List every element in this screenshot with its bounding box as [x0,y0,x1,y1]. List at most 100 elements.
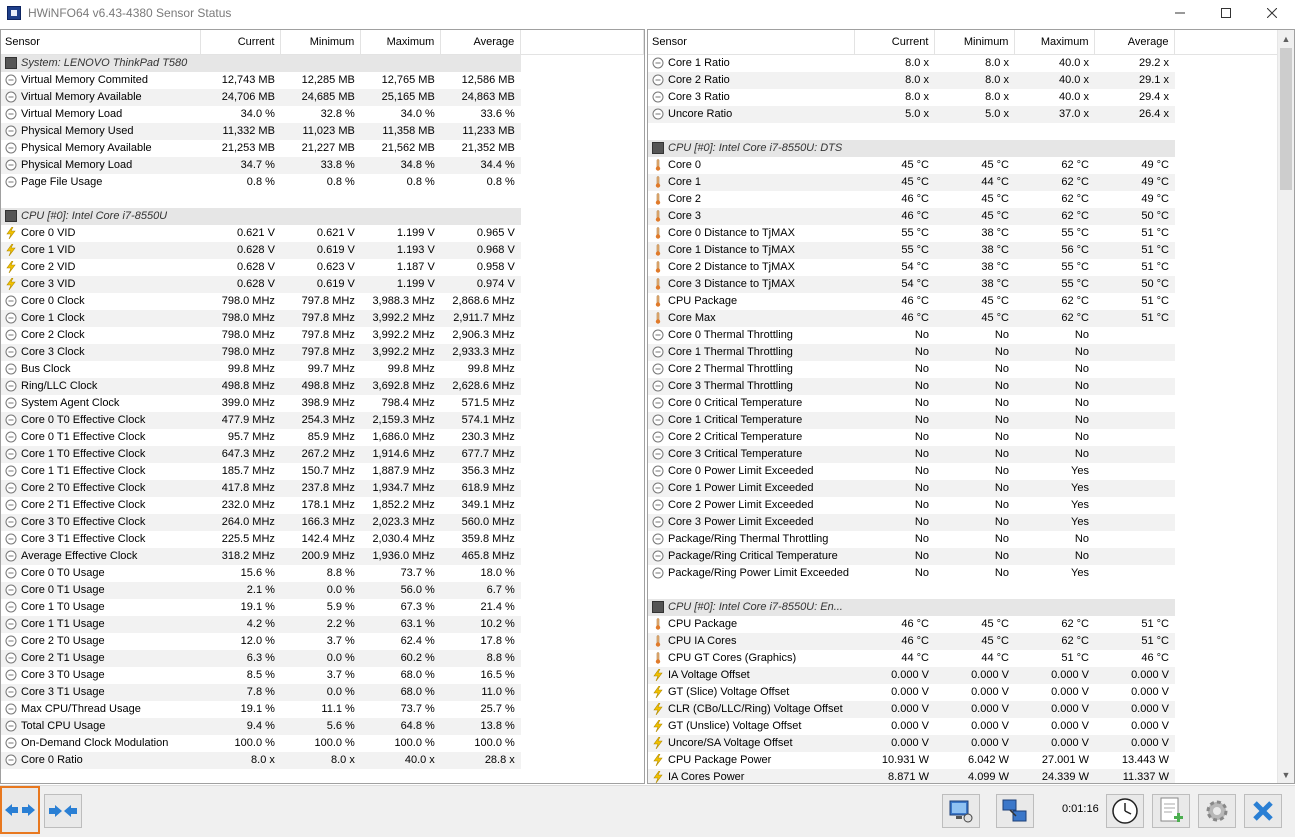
sensor-row[interactable]: Core 0 Ratio 8.0 x 8.0 x 40.0 x 28.8 x [1,751,644,769]
sensor-row[interactable]: Core 2 T1 Usage 6.3 % 0.0 % 60.2 % 8.8 % [1,649,644,667]
sensor-row[interactable]: Core 0 Thermal Throttling No No No [648,326,1281,344]
minimize-button[interactable] [1157,0,1203,26]
sensor-name-cell[interactable]: Core 2 Power Limit Exceeded [648,496,855,514]
sensor-row[interactable]: Core 1 T1 Usage 4.2 % 2.2 % 63.1 % 10.2 % [1,615,644,633]
sensor-row[interactable]: CLR (CBo/LLC/Ring) Voltage Offset 0.000 V… [648,700,1281,718]
sensor-name-cell[interactable]: Physical Memory Used [1,122,201,140]
sensor-name-cell[interactable]: CLR (CBo/LLC/Ring) Voltage Offset [648,700,855,718]
column-header-sensor[interactable]: Sensor [648,30,856,55]
scroll-thumb[interactable] [1280,48,1292,190]
sensor-name-cell[interactable]: Core 1 T1 Usage [1,615,201,633]
sensor-name-cell[interactable]: Core 1 Thermal Throttling [648,343,855,361]
sensor-row[interactable]: Page File Usage 0.8 % 0.8 % 0.8 % 0.8 % [1,173,644,191]
sensor-row[interactable]: Core 2 46 °C 45 °C 62 °C 49 °C [648,190,1281,208]
sensor-name-cell[interactable]: Core 0 Power Limit Exceeded [648,462,855,480]
sensor-name-cell[interactable]: Core 3 T0 Usage [1,666,201,684]
sensor-row[interactable]: Physical Memory Load 34.7 % 33.8 % 34.8 % 34… [1,156,644,174]
sensor-row[interactable]: Core 2 T1 Effective Clock 232.0 MHz 178.1 … [1,496,644,514]
sensor-row[interactable]: IA Voltage Offset 0.000 V 0.000 V 0.000 V 0.… [648,666,1281,684]
sensor-row[interactable]: Core 1 Ratio 8.0 x 8.0 x 40.0 x 29.2 x [648,54,1281,72]
sensor-row[interactable]: Core 2 VID 0.628 V 0.623 V 1.187 V 0.958 V [1,258,644,276]
sensor-name-cell[interactable]: Core 2 T0 Usage [1,632,201,650]
sensor-row[interactable]: CPU Package 46 °C 45 °C 62 °C 51 °C [648,292,1281,310]
sensor-name-cell[interactable]: Core 3 Ratio [648,88,855,106]
sensor-name-cell[interactable]: Core 3 Distance to TjMAX [648,275,855,293]
sensor-row[interactable]: Uncore/SA Voltage Offset 0.000 V 0.000 V 0.… [648,734,1281,752]
sensor-name-cell[interactable]: System Agent Clock [1,394,201,412]
sensor-name-cell[interactable]: Core 1 Clock [1,309,201,327]
sensor-name-cell[interactable]: Core 0 Thermal Throttling [648,326,855,344]
sensor-name-cell[interactable]: Core 2 T1 Effective Clock [1,496,201,514]
sensor-name-cell[interactable]: Package/Ring Thermal Throttling [648,530,855,548]
sensor-row[interactable]: Core 3 46 °C 45 °C 62 °C 50 °C [648,207,1281,225]
sensor-name-cell[interactable]: Core 0 VID [1,224,201,242]
sensor-name-cell[interactable]: Uncore Ratio [648,105,855,123]
sensor-name-cell[interactable]: GT (Unslice) Voltage Offset [648,717,855,735]
sensor-name-cell[interactable]: Core 0 T0 Usage [1,564,201,582]
sensor-name-cell[interactable]: IA Voltage Offset [648,666,855,684]
sensor-row[interactable]: Core 3 Critical Temperature No No No [648,445,1281,463]
sensor-name-cell[interactable]: CPU GT Cores (Graphics) [648,649,855,667]
sensor-name-cell[interactable]: Ring/LLC Clock [1,377,201,395]
sensor-row[interactable]: Core 3 Thermal Throttling No No No [648,377,1281,395]
column-header-minimum[interactable]: Minimum [934,30,1016,55]
group-name-cell[interactable]: CPU [#0]: Intel Core i7-8550U [1,207,201,225]
sensor-row[interactable]: Core 1 Critical Temperature No No No [648,411,1281,429]
sensor-row[interactable]: Core 3 T0 Usage 8.5 % 3.7 % 68.0 % 16.5 % [1,666,644,684]
sensor-row[interactable]: Core 0 45 °C 45 °C 62 °C 49 °C [648,156,1281,174]
sensor-row[interactable]: Core 2 Distance to TjMAX 54 °C 38 °C 55 °C 5… [648,258,1281,276]
sensor-name-cell[interactable]: Core Max [648,309,855,327]
sensor-name-cell[interactable]: Core 3 Thermal Throttling [648,377,855,395]
group-name-cell[interactable]: CPU [#0]: Intel Core i7-8550U: En... [648,598,855,616]
sensor-name-cell[interactable]: Core 0 Critical Temperature [648,394,855,412]
sensor-row[interactable]: Core 3 T0 Effective Clock 264.0 MHz 166.3 … [1,513,644,531]
sensor-row[interactable]: IA Cores Power 8.871 W 4.099 W 24.339 W 11.3… [648,768,1281,783]
group-name-cell[interactable]: CPU [#0]: Intel Core i7-8550U: DTS [648,139,855,157]
sensor-name-cell[interactable]: Core 1 Critical Temperature [648,411,855,429]
sensor-row[interactable]: Core 0 T1 Usage 2.1 % 0.0 % 56.0 % 6.7 % [1,581,644,599]
sensor-name-cell[interactable]: CPU Package Power [648,751,855,769]
sensor-name-cell[interactable]: Core 2 VID [1,258,201,276]
sensor-name-cell[interactable]: Core 2 T0 Effective Clock [1,479,201,497]
sensor-row[interactable]: Average Effective Clock 318.2 MHz 200.9 MH… [1,547,644,565]
sensor-name-cell[interactable]: Core 0 Distance to TjMAX [648,224,855,242]
sensor-row[interactable]: Core 1 T0 Effective Clock 647.3 MHz 267.2 … [1,445,644,463]
sensor-name-cell[interactable]: Core 3 T0 Effective Clock [1,513,201,531]
sensor-name-cell[interactable]: Core 1 T0 Usage [1,598,201,616]
network-monitor-button[interactable] [942,794,980,828]
sensor-name-cell[interactable]: Max CPU/Thread Usage [1,700,201,718]
sensor-row[interactable]: Core 1 Distance to TjMAX 55 °C 38 °C 56 °C 5… [648,241,1281,259]
sensor-row[interactable]: Core 3 Distance to TjMAX 54 °C 38 °C 55 °C 5… [648,275,1281,293]
sensor-row[interactable]: Package/Ring Power Limit Exceeded No No Yes [648,564,1281,582]
sensor-row[interactable]: CPU GT Cores (Graphics) 44 °C 44 °C 51 °C 46… [648,649,1281,667]
maximize-button[interactable] [1203,0,1249,26]
sensor-name-cell[interactable]: Bus Clock [1,360,201,378]
sensor-name-cell[interactable]: Core 3 T1 Effective Clock [1,530,201,548]
sensor-row[interactable]: Package/Ring Thermal Throttling No No No [648,530,1281,548]
column-header-average[interactable]: Average [1094,30,1176,55]
sensor-name-cell[interactable]: Core 2 Clock [1,326,201,344]
sensor-name-cell[interactable]: CPU Package [648,615,855,633]
sensor-row[interactable]: GT (Slice) Voltage Offset 0.000 V 0.000 V0… [648,683,1281,701]
sensor-row[interactable]: Max CPU/Thread Usage 19.1 % 11.1 % 73.7 % 25… [1,700,644,718]
sensor-group-header[interactable]: CPU [#0]: Intel Core i7-8550U: En... [648,598,1281,616]
sensor-name-cell[interactable]: Core 3 T1 Usage [1,683,201,701]
scroll-up-arrow-icon[interactable]: ▲ [1278,30,1294,47]
sensor-name-cell[interactable]: Average Effective Clock [1,547,201,565]
sensor-row[interactable]: Core 2 Power Limit Exceeded No No Yes [648,496,1281,514]
sensor-row[interactable]: Core 0 Distance to TjMAX 55 °C 38 °C 55 °C 5… [648,224,1281,242]
sensor-row[interactable]: System Agent Clock 399.0 MHz 398.9 MHz 798.… [1,394,644,412]
sensor-name-cell[interactable]: Virtual Memory Available [1,88,201,106]
sensor-row[interactable]: Core 0 T0 Usage 15.6 % 8.8 % 73.7 % 18.0 % [1,564,644,582]
sensor-row[interactable]: Physical Memory Used 11,332 MB 11,023 MB 11… [1,122,644,140]
sensor-name-cell[interactable]: CPU Package [648,292,855,310]
sensor-row[interactable]: GT (Unslice) Voltage Offset 0.000 V 0.000 … [648,717,1281,735]
sensor-row[interactable]: Core 2 T0 Effective Clock 417.8 MHz 237.8 … [1,479,644,497]
sensor-row[interactable]: CPU IA Cores 46 °C 45 °C 62 °C 51 °C [648,632,1281,650]
sensor-name-cell[interactable]: Core 1 T1 Effective Clock [1,462,201,480]
sensor-group-header[interactable]: System: LENOVO ThinkPad T580 [1,54,644,72]
sensor-name-cell[interactable]: Core 1 Ratio [648,54,855,72]
sensor-name-cell[interactable]: Package/Ring Power Limit Exceeded [648,564,855,582]
sensor-name-cell[interactable]: Core 0 [648,156,855,174]
settings-button[interactable] [1198,794,1236,828]
